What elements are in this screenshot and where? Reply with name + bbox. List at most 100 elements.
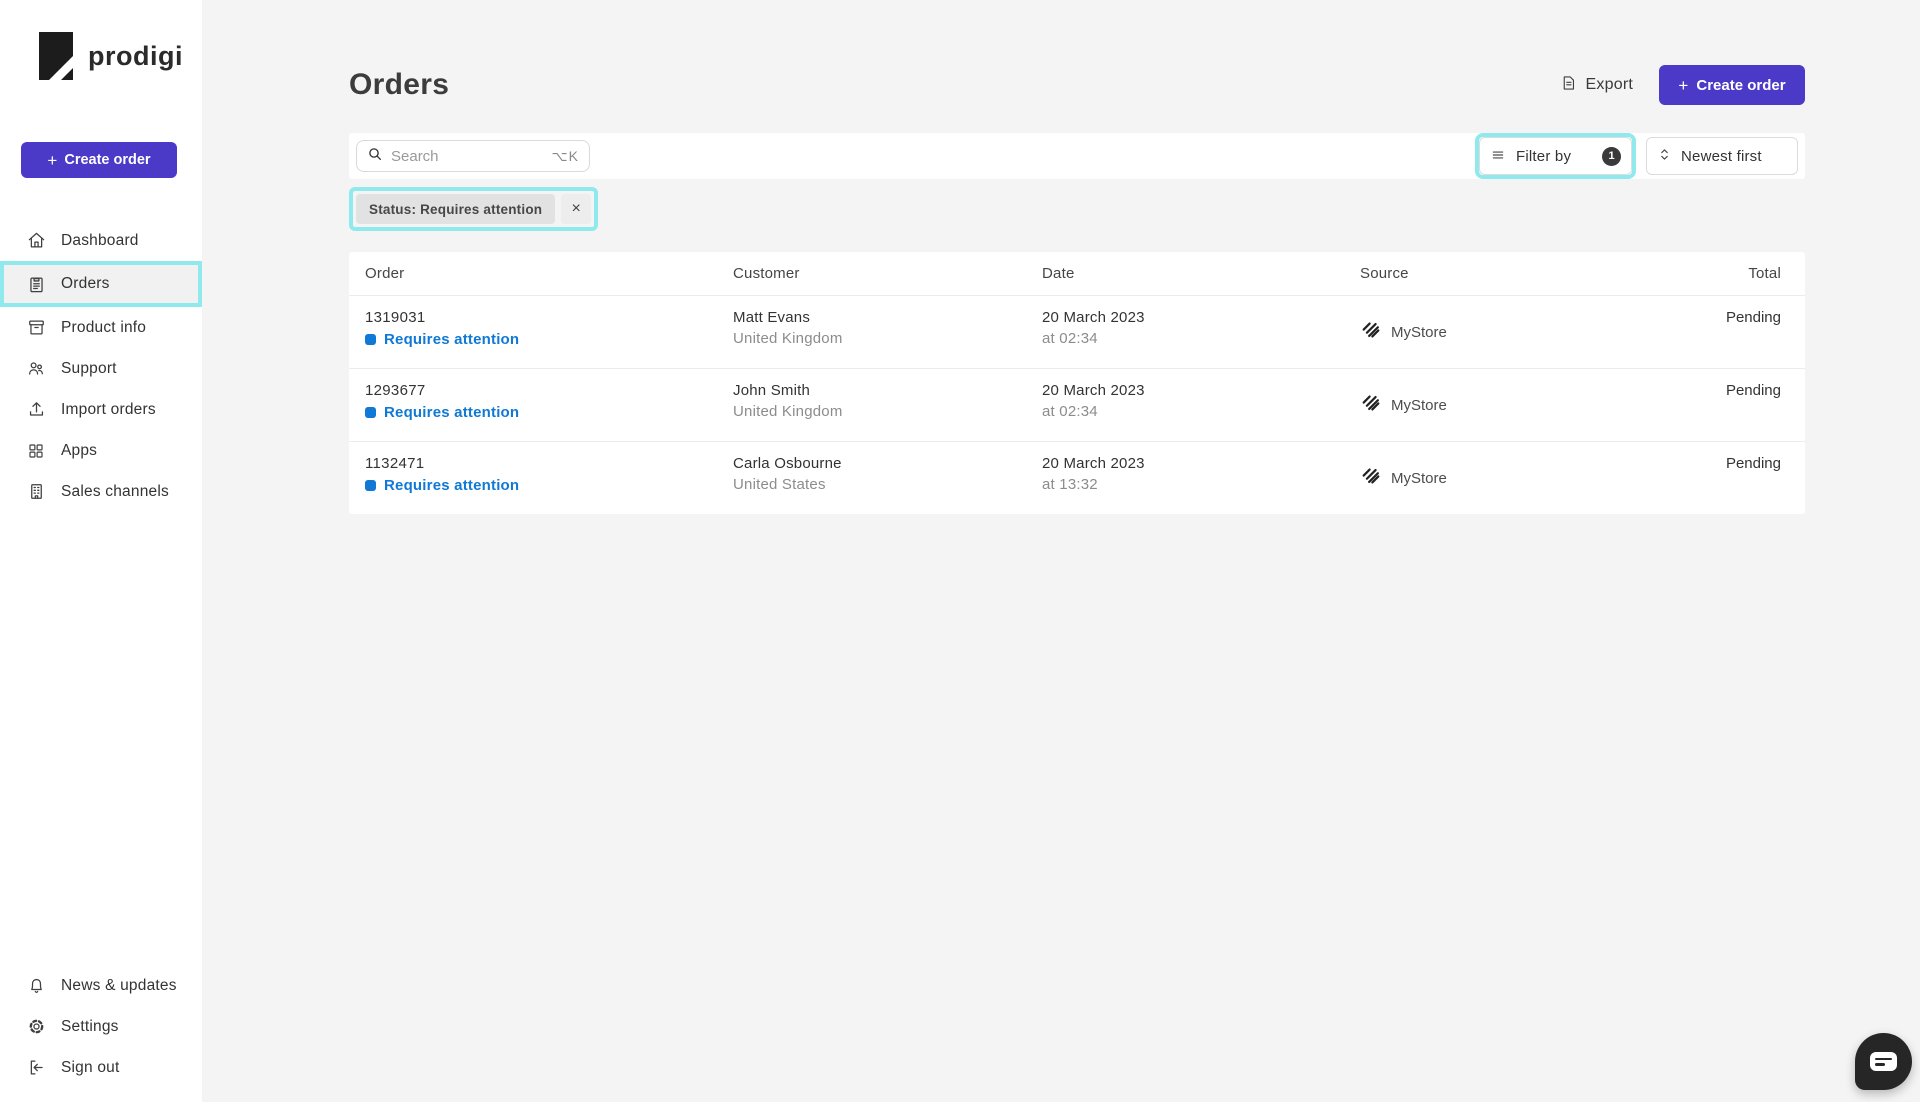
order-status[interactable]: Requires attention [365, 477, 733, 494]
column-header-source: Source [1360, 265, 1409, 282]
customer-name: Matt Evans [733, 309, 811, 326]
squarespace-icon [1360, 465, 1382, 491]
filter-annotation-highlight: Filter by 1 [1475, 133, 1636, 179]
sidebar-item-label: Settings [61, 1017, 119, 1035]
sidebar-item-label: Product info [61, 318, 147, 336]
filter-by-button[interactable]: Filter by 1 [1479, 137, 1632, 175]
sort-arrows-icon [1658, 147, 1671, 165]
sidebar-item-support[interactable]: Support [0, 348, 202, 389]
order-total: Pending [1725, 309, 1781, 326]
order-id[interactable]: 1319031 [365, 309, 733, 326]
export-button[interactable]: Export [1560, 74, 1633, 97]
logo-text: prodigi [88, 40, 183, 71]
sidebar-item-label: Dashboard [61, 231, 139, 249]
sidebar: prodigi + Create order Dashboard Orders … [0, 0, 202, 1102]
column-header-customer: Customer [733, 265, 800, 282]
order-total: Pending [1725, 382, 1781, 399]
sidebar-item-settings[interactable]: Settings [0, 1006, 202, 1047]
filter-by-label: Filter by [1516, 147, 1572, 165]
orders-toolbar: ⌥K Filter by 1 Newest first [349, 133, 1805, 179]
prodigi-logo-icon [39, 32, 73, 80]
sidebar-item-orders[interactable]: Orders [0, 261, 202, 307]
status-dot-icon [365, 334, 376, 345]
sidebar-footer-nav: News & updates Settings Sign out [0, 965, 202, 1088]
table-row[interactable]: 1319031 Requires attention Matt Evans Un… [349, 295, 1805, 368]
sidebar-item-label: Apps [61, 441, 98, 459]
filter-lines-icon [1490, 148, 1506, 165]
sidebar-item-label: Import orders [61, 400, 156, 418]
export-label: Export [1585, 76, 1633, 93]
status-label: Requires attention [384, 477, 520, 494]
customer-country: United Kingdom [733, 330, 843, 347]
status-dot-icon [365, 480, 376, 491]
sidebar-create-order-button[interactable]: + Create order [21, 142, 177, 178]
customer-name: Carla Osbourne [733, 455, 842, 472]
source-name: MyStore [1391, 396, 1447, 414]
plus-icon: + [47, 150, 58, 170]
orders-table: Order Customer Date Source Total 1319031… [349, 252, 1805, 514]
table-row[interactable]: 1132471 Requires attention Carla Osbourn… [349, 441, 1805, 514]
column-header-total: Total [1748, 265, 1781, 282]
chip-annotation-highlight: Status: Requires attention × [349, 187, 599, 231]
sidebar-item-news-updates[interactable]: News & updates [0, 965, 202, 1006]
sidebar-item-label: News & updates [61, 976, 177, 994]
create-order-label: Create order [1696, 76, 1786, 94]
customer-name: John Smith [733, 382, 811, 399]
order-id[interactable]: 1293677 [365, 382, 733, 399]
order-time: at 02:34 [1042, 403, 1098, 420]
source-name: MyStore [1391, 469, 1447, 487]
order-date: 20 March 2023 [1042, 382, 1145, 399]
close-icon: × [571, 200, 581, 217]
grid-icon [26, 441, 46, 461]
order-status[interactable]: Requires attention [365, 404, 733, 421]
page-title: Orders [349, 68, 450, 101]
bell-icon [26, 976, 46, 996]
main-content: Orders Export + Create order ⌥K [349, 0, 1805, 514]
order-date: 20 March 2023 [1042, 309, 1145, 326]
sidebar-item-import-orders[interactable]: Import orders [0, 389, 202, 430]
sidebar-item-product-info[interactable]: Product info [0, 307, 202, 348]
status-label: Requires attention [384, 404, 520, 421]
upload-icon [26, 400, 46, 420]
squarespace-icon [1360, 392, 1382, 418]
sidebar-item-sales-channels[interactable]: Sales channels [0, 471, 202, 512]
table-row[interactable]: 1293677 Requires attention John Smith Un… [349, 368, 1805, 441]
order-date: 20 March 2023 [1042, 455, 1145, 472]
sidebar-item-sign-out[interactable]: Sign out [0, 1047, 202, 1088]
sort-selected-value: Newest first [1681, 147, 1762, 165]
order-status[interactable]: Requires attention [365, 331, 733, 348]
clipboard-icon [26, 274, 46, 294]
chat-bubble-icon [1870, 1052, 1897, 1071]
source-name: MyStore [1391, 323, 1447, 341]
column-header-date: Date [1042, 265, 1075, 282]
table-header-row: Order Customer Date Source Total [349, 252, 1805, 295]
search-box[interactable]: ⌥K [356, 140, 590, 172]
page-header: Orders Export + Create order [349, 64, 1805, 106]
chat-launcher-button[interactable] [1855, 1033, 1912, 1090]
sign-out-icon [26, 1058, 46, 1078]
customer-country: United States [733, 476, 826, 493]
order-total: Pending [1725, 455, 1781, 472]
remove-filter-button[interactable]: × [561, 194, 592, 224]
document-icon [1560, 74, 1577, 97]
order-id[interactable]: 1132471 [365, 455, 733, 472]
search-input[interactable] [391, 147, 544, 165]
sidebar-item-dashboard[interactable]: Dashboard [0, 220, 202, 261]
sidebar-item-label: Orders [61, 275, 110, 292]
status-dot-icon [365, 407, 376, 418]
order-time: at 13:32 [1042, 476, 1098, 493]
search-icon [367, 146, 383, 167]
create-order-button[interactable]: + Create order [1659, 65, 1805, 105]
sidebar-create-order-label: Create order [64, 152, 151, 168]
people-icon [26, 359, 46, 379]
status-label: Requires attention [384, 331, 520, 348]
plus-icon: + [1678, 75, 1689, 95]
box-icon [26, 318, 46, 338]
sort-dropdown[interactable]: Newest first [1646, 137, 1798, 175]
prodigi-logo: prodigi [39, 32, 202, 80]
sidebar-item-apps[interactable]: Apps [0, 430, 202, 471]
home-icon [26, 231, 46, 251]
sidebar-item-label: Sales channels [61, 482, 169, 500]
sidebar-item-label: Support [61, 359, 117, 377]
status-filter-chip: Status: Requires attention [356, 194, 556, 224]
